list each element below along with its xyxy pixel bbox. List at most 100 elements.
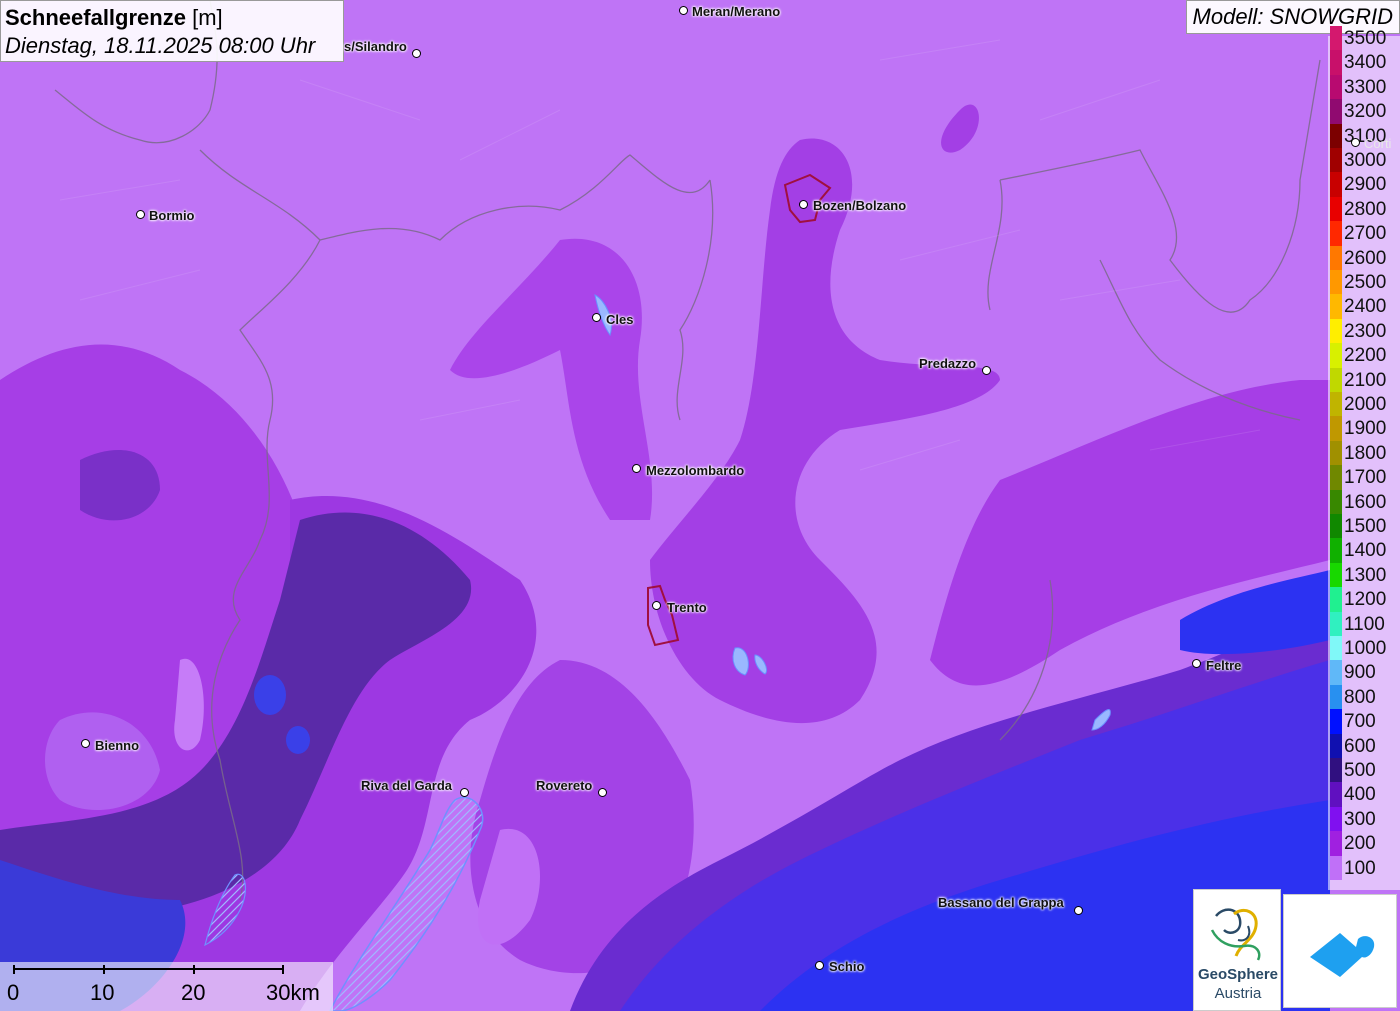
place-label-meran-merano: Meran/Merano — [692, 4, 781, 19]
map-title-box: Schneefallgrenze [m] Dienstag, 18.11.202… — [0, 0, 344, 62]
legend-swatch — [1330, 562, 1342, 588]
legend-entry-1500: 1500 — [1328, 514, 1400, 539]
legend-swatch — [1330, 831, 1342, 857]
legend-entry-200: 200 — [1328, 831, 1400, 857]
place-marker-cles[interactable] — [592, 313, 601, 322]
legend-label: 400 — [1344, 784, 1376, 806]
map-datetime: Dienstag, 18.11.2025 08:00 Uhr — [5, 33, 316, 58]
legend-label: 2800 — [1344, 198, 1387, 220]
snowline-map[interactable] — [0, 0, 1400, 1011]
legend-entry-900: 900 — [1328, 660, 1400, 686]
legend-swatch — [1330, 782, 1342, 808]
legend-entry-3000: 3000 — [1328, 148, 1400, 173]
legend-label: 1500 — [1344, 516, 1387, 537]
legend-entry-2400: 2400 — [1328, 294, 1400, 320]
scale-label-30km: 30km — [266, 980, 320, 1005]
place-label-s-silandro: s/Silandro — [344, 39, 407, 54]
geosphere-emblem-icon — [1210, 908, 1261, 961]
place-marker-corti[interactable] — [1351, 138, 1360, 147]
place-label-predazzo: Predazzo — [919, 356, 977, 371]
place-marker-s-silandro[interactable] — [412, 49, 421, 58]
place-marker-bozen-bolzano[interactable] — [799, 200, 808, 209]
legend-swatch — [1330, 684, 1342, 710]
legend-label: 3400 — [1344, 52, 1387, 74]
legend-entry-2000: 2000 — [1328, 392, 1400, 417]
place-marker-riva-del-garda[interactable] — [460, 788, 469, 797]
legend-entry-100: 100 — [1328, 855, 1400, 881]
legend-swatch — [1330, 245, 1342, 271]
legend-entry-600: 600 — [1328, 733, 1400, 759]
legend-label: 2100 — [1344, 369, 1387, 391]
legend-entry-500: 500 — [1328, 758, 1400, 783]
legend-swatch — [1330, 489, 1342, 515]
legend-entry-2100: 2100 — [1328, 367, 1400, 393]
legend-swatch — [1330, 514, 1342, 539]
scale-bar: 0 10 20 30km — [0, 962, 333, 1011]
legend-entry-2500: 2500 — [1328, 270, 1400, 295]
legend-entry-1400: 1400 — [1328, 538, 1400, 564]
legend-label: 2500 — [1344, 272, 1387, 293]
legend-swatch — [1330, 709, 1342, 735]
place-marker-feltre[interactable] — [1192, 659, 1201, 668]
place-marker-bormio[interactable] — [136, 210, 145, 219]
legend-entry-1000: 1000 — [1328, 636, 1400, 661]
place-label-bozen-bolzano: Bozen/Bolzano — [813, 198, 907, 213]
geosphere-logo[interactable]: GeoSphere Austria — [1193, 889, 1281, 1011]
legend-swatch — [1330, 343, 1342, 369]
legend-entry-1900: 1900 — [1328, 416, 1400, 442]
legend-swatch — [1330, 733, 1342, 759]
legend-swatch — [1330, 172, 1342, 198]
scale-label-20: 20 — [181, 980, 206, 1005]
legend-label: 1100 — [1344, 613, 1385, 635]
place-label-bormio: Bormio — [149, 208, 195, 223]
place-marker-bienno[interactable] — [81, 739, 90, 748]
legend-label: 2000 — [1344, 394, 1387, 415]
legend-label: 600 — [1344, 735, 1376, 757]
legend-swatch — [1330, 538, 1342, 564]
legend-label: 1200 — [1344, 589, 1387, 611]
legend-label: 1800 — [1344, 442, 1387, 464]
legend-label: 700 — [1344, 711, 1376, 733]
legend-entry-400: 400 — [1328, 782, 1400, 808]
place-marker-rovereto[interactable] — [598, 788, 607, 797]
place-label-corti: Corti — [1364, 136, 1392, 151]
place-marker-meran-merano[interactable] — [679, 6, 688, 15]
place-marker-predazzo[interactable] — [982, 366, 991, 375]
legend-entry-1300: 1300 — [1328, 562, 1400, 588]
legend-swatch — [1330, 855, 1342, 881]
map-title: Schneefallgrenze [m] — [5, 5, 223, 30]
legend-swatch — [1330, 465, 1342, 491]
geosphere-country: Austria — [1214, 985, 1262, 1002]
legend-swatch — [1330, 50, 1342, 76]
legend-entry-2900: 2900 — [1328, 172, 1400, 198]
legend-swatch — [1330, 270, 1342, 295]
legend-entry-3300: 3300 — [1328, 74, 1400, 100]
legend-label: 3200 — [1344, 101, 1387, 123]
legend-label: 2900 — [1344, 174, 1387, 196]
legend-swatch — [1330, 660, 1342, 686]
place-label-feltre: Feltre — [1206, 658, 1242, 673]
legend-label: 1900 — [1344, 418, 1387, 440]
geosphere-name: GeoSphere — [1197, 966, 1279, 983]
legend-swatch — [1330, 440, 1342, 466]
place-marker-schio[interactable] — [815, 961, 824, 970]
legend-swatch — [1330, 318, 1342, 344]
legend-swatch — [1330, 636, 1342, 661]
legend-label: 900 — [1344, 662, 1376, 684]
weather-app-logo[interactable] — [1283, 894, 1397, 1008]
place-marker-mezzolombardo[interactable] — [632, 464, 641, 473]
place-label-bassano-del-grappa: Bassano del Grappa — [938, 895, 1064, 910]
legend-label: 1400 — [1344, 540, 1387, 562]
legend-swatch — [1330, 806, 1342, 832]
legend-swatch — [1330, 148, 1342, 173]
color-legend: 3500 3400 3300 3200 3100 3000 2900 2800 2700 2600… — [1328, 26, 1400, 890]
legend-entry-2300: 2300 — [1328, 318, 1400, 344]
legend-entry-1200: 1200 — [1328, 587, 1400, 613]
place-marker-bassano-del-grappa[interactable] — [1074, 906, 1083, 915]
place-marker-trento[interactable] — [652, 601, 661, 610]
legend-label: 500 — [1344, 760, 1376, 781]
legend-entry-2600: 2600 — [1328, 245, 1400, 271]
legend-swatch — [1330, 99, 1342, 125]
scale-label-10: 10 — [90, 980, 115, 1005]
legend-swatch — [1330, 294, 1342, 320]
